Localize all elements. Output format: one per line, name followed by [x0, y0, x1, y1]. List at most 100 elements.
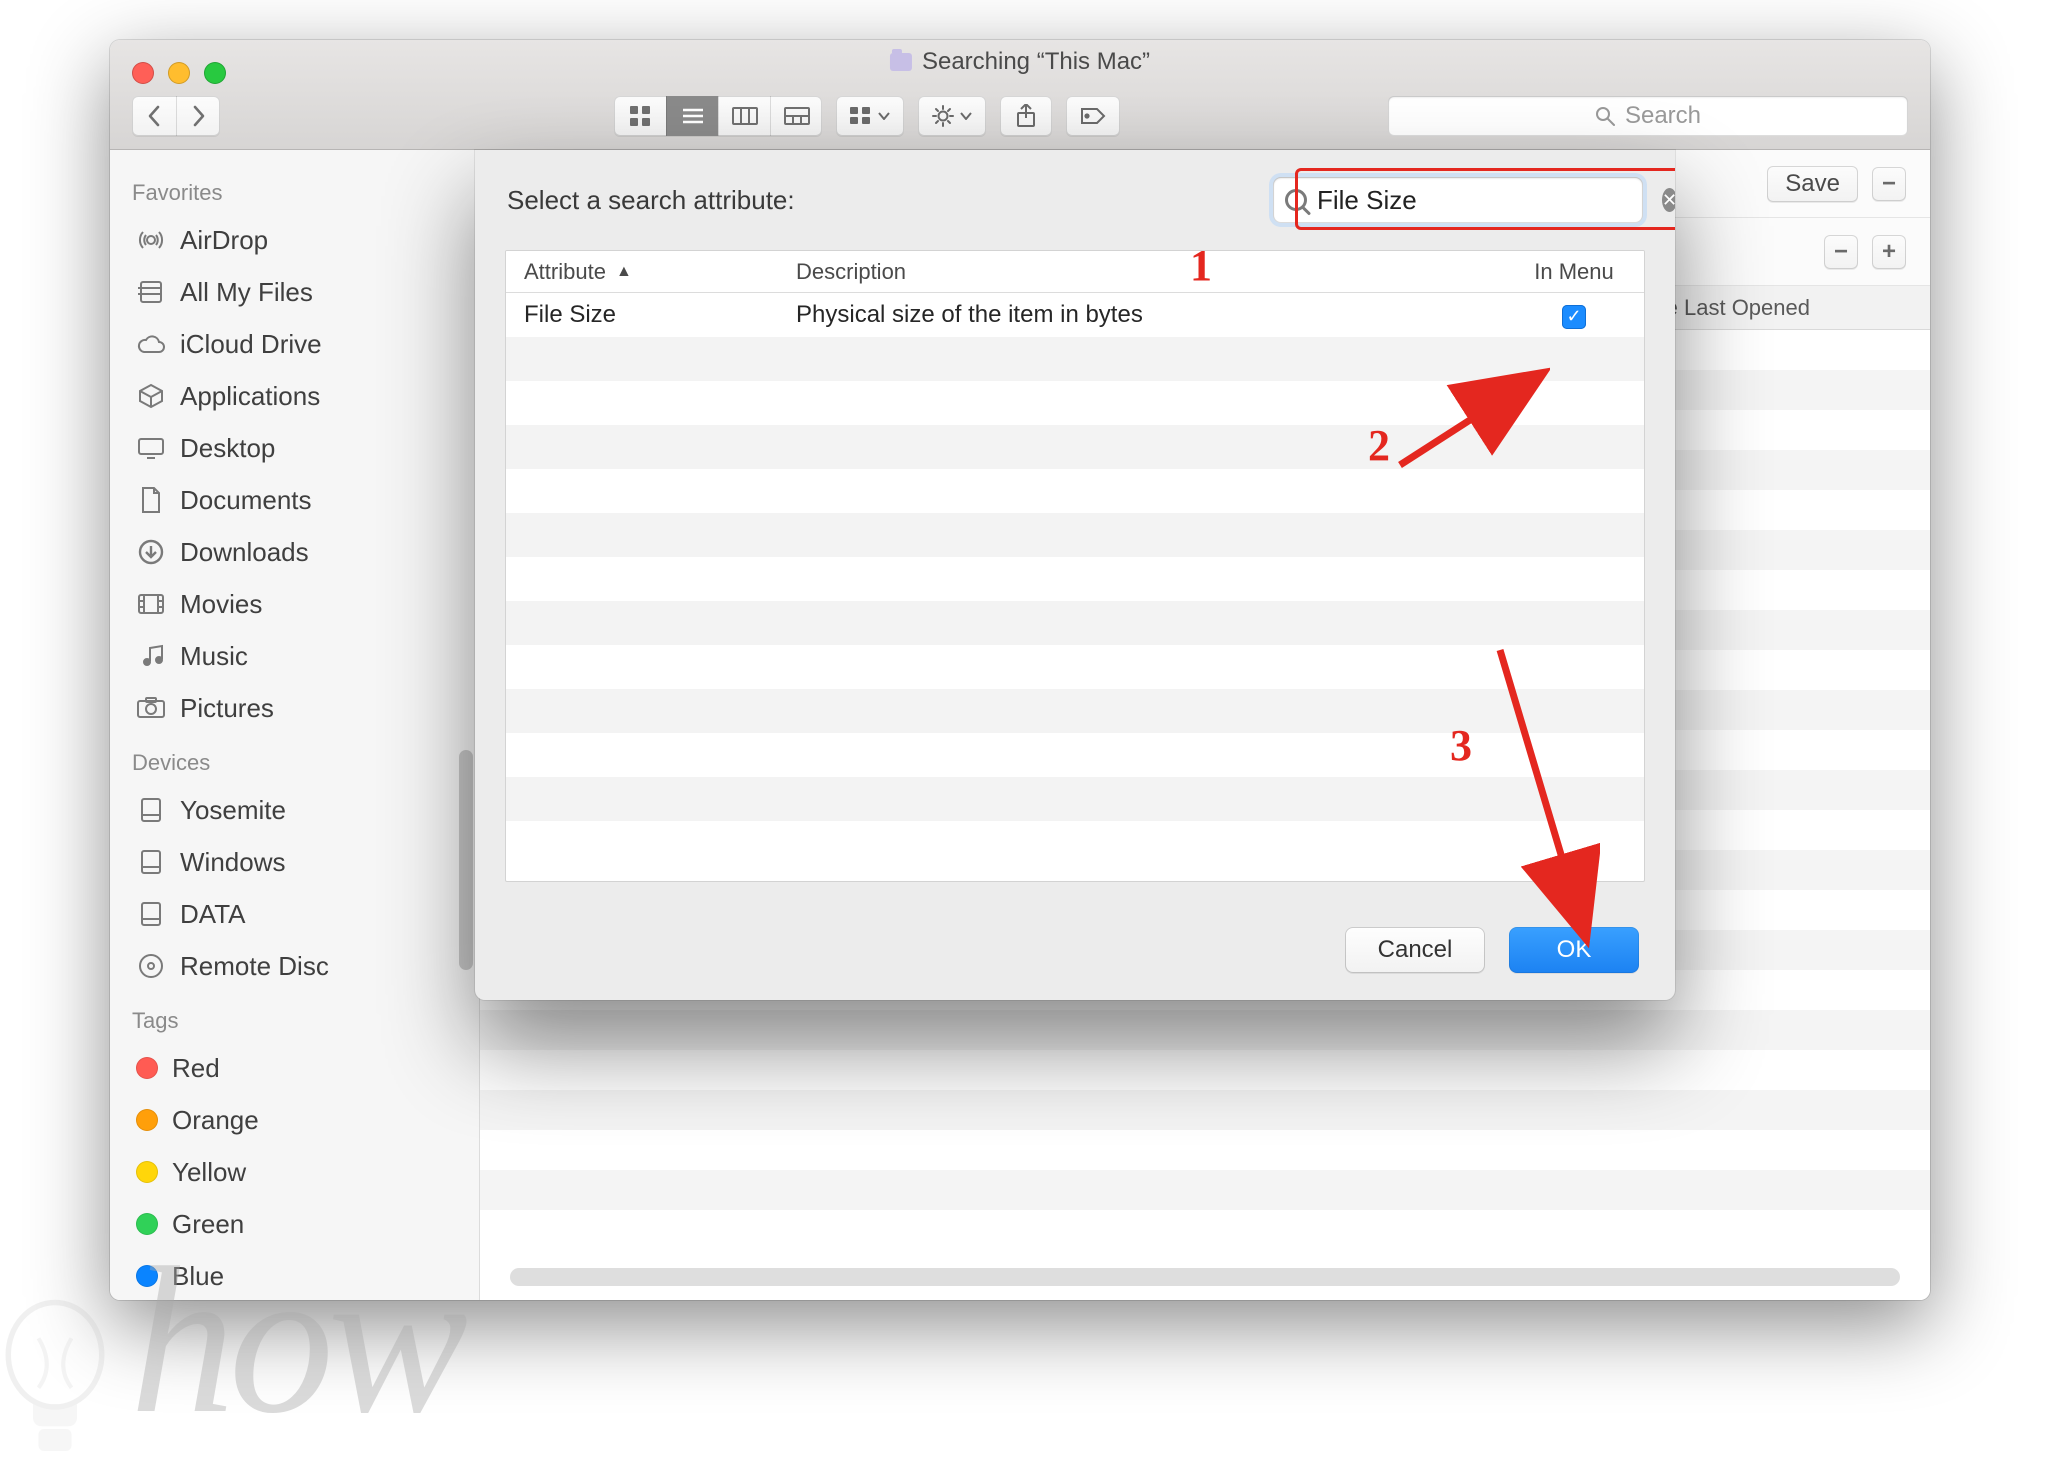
lightbulb-icon	[0, 1297, 110, 1462]
drive-icon	[136, 795, 166, 825]
sidebar-item-documents[interactable]: Documents	[130, 474, 465, 526]
drive-icon	[136, 847, 166, 877]
sidebar-item-music[interactable]: Music	[130, 630, 465, 682]
share-button[interactable]	[1000, 96, 1052, 136]
sidebar-item-label: Pictures	[180, 693, 274, 724]
sidebar-item-applications[interactable]: Applications	[130, 370, 465, 422]
disc-icon	[136, 951, 166, 981]
cancel-button[interactable]: Cancel	[1345, 927, 1485, 973]
search-icon	[1285, 189, 1307, 211]
sidebar-tag-yellow[interactable]: Yellow	[130, 1146, 465, 1198]
arrange-button[interactable]	[836, 96, 904, 136]
sidebar-item-airdrop[interactable]: AirDrop	[130, 214, 465, 266]
sidebar-item-movies[interactable]: Movies	[130, 578, 465, 630]
back-button[interactable]	[132, 96, 176, 136]
table-row	[506, 513, 1644, 557]
sidebar-tag-green[interactable]: Green	[130, 1198, 465, 1250]
col-inmenu[interactable]: In Menu	[1504, 259, 1644, 285]
forward-button[interactable]	[176, 96, 220, 136]
remove-rule-button[interactable]: −	[1872, 167, 1906, 201]
window-title: Searching “This Mac”	[890, 48, 1150, 76]
window-title-label: Searching “This Mac”	[922, 48, 1150, 76]
search-icon	[1595, 106, 1615, 126]
horizontal-scrollbar[interactable]	[510, 1268, 1900, 1286]
finder-window: Searching “This Mac”	[110, 40, 1930, 1300]
sheet-footer: Cancel OK	[475, 900, 1675, 1000]
folder-icon	[890, 53, 912, 71]
col-description[interactable]: Description	[786, 259, 1504, 285]
sheet-header: Select a search attribute: ✕	[475, 150, 1675, 250]
toolbar: Search	[110, 89, 1930, 143]
sheet-search-input[interactable]	[1317, 185, 1652, 216]
remove-rule-button[interactable]: −	[1824, 235, 1858, 269]
clear-icon[interactable]: ✕	[1662, 188, 1675, 212]
tags-button[interactable]	[1066, 96, 1120, 136]
add-rule-button[interactable]: +	[1872, 235, 1906, 269]
sidebar-item-label: Red	[172, 1053, 220, 1084]
sidebar-item-label: Yellow	[172, 1157, 246, 1188]
sidebar-item-label: DATA	[180, 899, 245, 930]
cell-inmenu: ✓	[1504, 301, 1644, 329]
close-icon[interactable]	[132, 62, 154, 84]
applications-icon	[136, 381, 166, 411]
table-row	[506, 557, 1644, 601]
sidebar-item-label: AirDrop	[180, 225, 268, 256]
table-row	[506, 337, 1644, 381]
sidebar-tag-blue[interactable]: Blue	[130, 1250, 465, 1300]
sidebar-section-favorites: Favorites	[132, 180, 465, 206]
attribute-table-header: Attribute ▲ Description In Menu	[506, 251, 1644, 293]
sheet-search[interactable]: ✕	[1273, 177, 1643, 223]
sidebar-item-label: Windows	[180, 847, 285, 878]
sidebar-tag-red[interactable]: Red	[130, 1042, 465, 1094]
table-row	[506, 645, 1644, 689]
table-row	[506, 733, 1644, 777]
view-coverflow-button[interactable]	[770, 96, 822, 136]
sidebar-tag-orange[interactable]: Orange	[130, 1094, 465, 1146]
table-row	[506, 821, 1644, 865]
sidebar-item-yosemite[interactable]: Yosemite	[130, 784, 465, 836]
sidebar-item-label: Applications	[180, 381, 320, 412]
sidebar-item-pictures[interactable]: Pictures	[130, 682, 465, 734]
save-label: Save	[1785, 170, 1840, 198]
checkbox-checked-icon[interactable]: ✓	[1562, 305, 1586, 329]
cell-attribute: File Size	[506, 301, 786, 329]
documents-icon	[136, 485, 166, 515]
sidebar-item-desktop[interactable]: Desktop	[130, 422, 465, 474]
ok-button[interactable]: OK	[1509, 927, 1639, 973]
toolbar-search[interactable]: Search	[1388, 96, 1908, 136]
sidebar-section-devices: Devices	[132, 750, 465, 776]
sidebar-section-tags: Tags	[132, 1008, 465, 1034]
col-date-last-opened[interactable]: e Last Opened	[1666, 295, 1810, 321]
table-row	[506, 777, 1644, 821]
titlebar: Searching “This Mac”	[110, 40, 1930, 150]
sidebar-item-icloud[interactable]: iCloud Drive	[130, 318, 465, 370]
sidebar-item-allmyfiles[interactable]: All My Files	[130, 266, 465, 318]
save-button[interactable]: Save	[1767, 166, 1858, 202]
table-row[interactable]: File Size Physical size of the item in b…	[506, 293, 1644, 337]
zoom-icon[interactable]	[204, 62, 226, 84]
drive-icon	[136, 899, 166, 929]
view-icons-button[interactable]	[614, 96, 666, 136]
toolbar-search-placeholder: Search	[1625, 102, 1701, 130]
cell-description: Physical size of the item in bytes	[786, 301, 1504, 329]
col-attribute[interactable]: Attribute ▲	[506, 259, 786, 285]
view-columns-button[interactable]	[718, 96, 770, 136]
table-row	[506, 469, 1644, 513]
sidebar-item-label: Blue	[172, 1261, 224, 1292]
view-list-button[interactable]	[666, 96, 718, 136]
sidebar: Favorites AirDrop All My Files iCloud Dr…	[110, 150, 480, 1300]
table-row	[506, 689, 1644, 733]
music-icon	[136, 641, 166, 671]
minimize-icon[interactable]	[168, 62, 190, 84]
sidebar-item-data[interactable]: DATA	[130, 888, 465, 940]
movies-icon	[136, 589, 166, 619]
sidebar-scrollbar[interactable]	[459, 750, 473, 970]
sidebar-item-label: Desktop	[180, 433, 275, 464]
sidebar-item-downloads[interactable]: Downloads	[130, 526, 465, 578]
action-button[interactable]	[918, 96, 986, 136]
sidebar-item-remotedisc[interactable]: Remote Disc	[130, 940, 465, 992]
sidebar-item-windows[interactable]: Windows	[130, 836, 465, 888]
table-row	[506, 425, 1644, 469]
cloud-icon	[136, 329, 166, 359]
sidebar-item-label: Green	[172, 1209, 244, 1240]
